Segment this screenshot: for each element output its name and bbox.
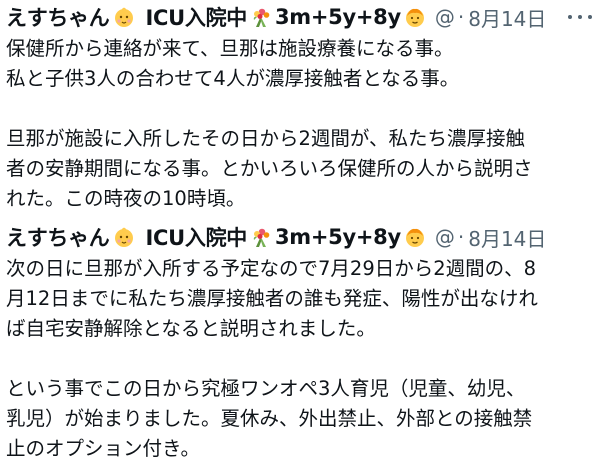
display-name-part[interactable]: 3m+5y+8y — [275, 225, 401, 249]
child-face-icon — [404, 226, 426, 248]
tweet-header: えすちゃん ICU入院中 3m+5y+8y @ · 8月14日 — [0, 220, 600, 254]
baby-face-icon — [113, 6, 135, 28]
text-line: 私と子供3人の合わせて4人が濃厚接触者となる事。 — [6, 67, 460, 90]
author-row[interactable]: えすちゃん ICU入院中 3m+5y+8y @ · 8月14日 — [6, 0, 546, 34]
handle[interactable]: @ — [435, 225, 455, 249]
text-line: 者の安静期間になる事。とかいろいろ保健所の人から説明さ — [6, 157, 533, 180]
text-line — [6, 94, 594, 124]
baby-face-icon — [113, 226, 135, 248]
bouquet-icon — [250, 6, 272, 28]
author-row[interactable]: えすちゃん ICU入院中 3m+5y+8y @ · 8月14日 — [6, 220, 546, 254]
dot-separator: · — [457, 225, 465, 249]
dot-separator: · — [457, 5, 465, 29]
bouquet-icon — [250, 226, 272, 248]
text-line: れた。この時夜の10時頃。 — [6, 187, 246, 210]
text-line: 乳児）が始まりました。夏休み、外出禁止、外部との接触禁 — [6, 407, 533, 430]
display-name-part[interactable]: えすちゃん — [6, 2, 110, 32]
more-icon[interactable] — [568, 6, 592, 28]
text-line: 次の日に旦那が入所する予定なので7月29日から2週間の、8 — [6, 257, 537, 280]
text-line — [6, 344, 594, 374]
display-name-part[interactable]: ICU入院中 — [146, 222, 248, 252]
timestamp[interactable]: 8月14日 — [468, 223, 546, 252]
display-name-part[interactable]: 3m+5y+8y — [275, 5, 401, 29]
text-line: という事でこの日から究極ワンオペ3人育児（児童、幼児、 — [6, 377, 526, 400]
text-line: 止のオプション付き。 — [6, 437, 201, 460]
text-line: 保健所から連絡が来て、旦那は施設療養になる事。 — [6, 37, 454, 60]
tweet[interactable]: えすちゃん ICU入院中 3m+5y+8y @ · 8月14日 次の日に旦那が入… — [0, 220, 600, 464]
display-name-part[interactable]: えすちゃん — [6, 222, 110, 252]
text-line: 月12日までに私たち濃厚接触者の誰も発症、陽性が出なけれ — [6, 287, 538, 310]
child-face-icon — [404, 6, 426, 28]
tweet-text: 次の日に旦那が入所する予定なので7月29日から2週間の、8 月12日までに私たち濃… — [0, 254, 600, 464]
text-line: ば自宅安静解除となると説明されました。 — [6, 317, 376, 340]
tweet-text: 保健所から連絡が来て、旦那は施設療養になる事。 私と子供3人の合わせて4人が濃厚接… — [0, 34, 600, 214]
display-name-part[interactable]: ICU入院中 — [146, 2, 248, 32]
handle[interactable]: @ — [435, 5, 455, 29]
tweet-header: えすちゃん ICU入院中 3m+5y+8y @ · 8月14日 — [0, 0, 600, 34]
tweet[interactable]: えすちゃん ICU入院中 3m+5y+8y @ · 8月14日 保健所から連絡が… — [0, 0, 600, 214]
text-line: 旦那が施設に入所したその日から2週間が、私たち濃厚接触 — [6, 127, 526, 150]
timestamp[interactable]: 8月14日 — [468, 3, 546, 32]
